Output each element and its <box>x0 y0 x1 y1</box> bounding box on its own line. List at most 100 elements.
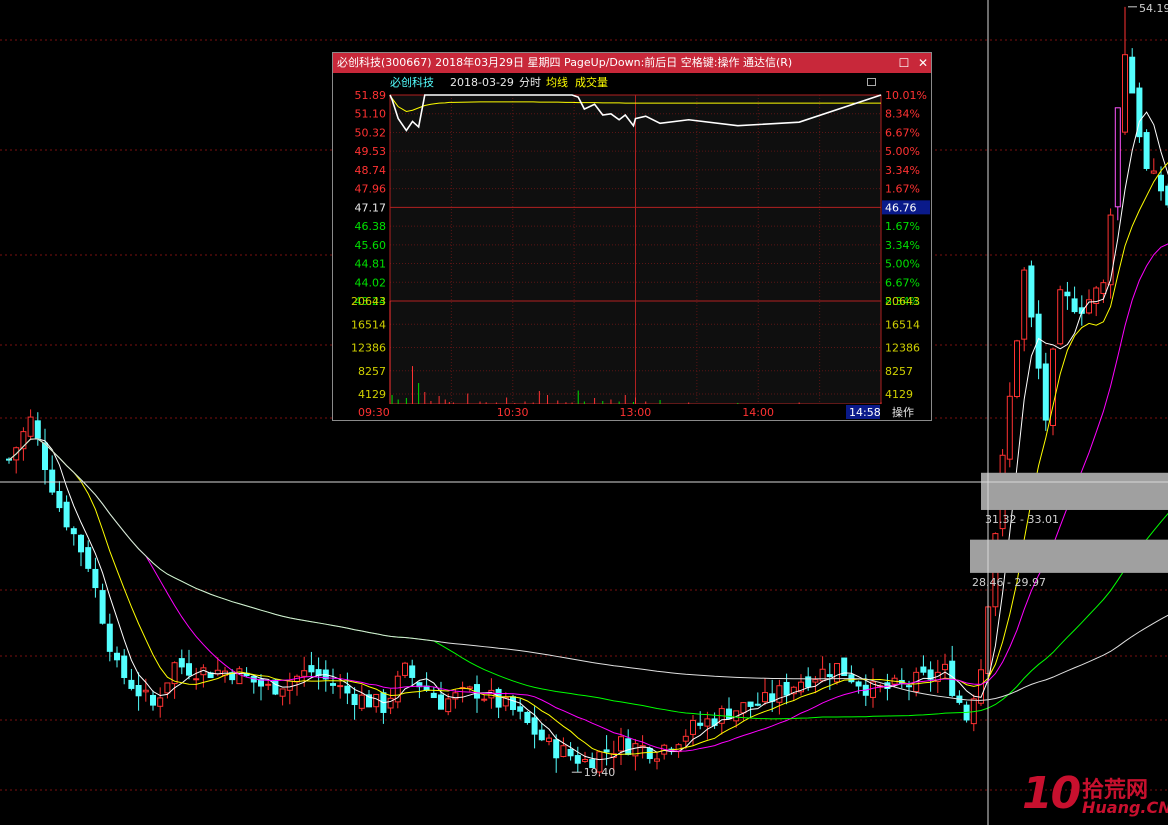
time-tick-label: 09:30 <box>358 406 390 419</box>
pct-tick-label: 6.67% <box>885 126 920 139</box>
candle-body <box>1042 363 1049 421</box>
current-time-label: 14:58 <box>849 406 881 419</box>
candle-body <box>301 670 308 677</box>
candle-body <box>42 442 48 471</box>
candle-body <box>1006 395 1013 460</box>
candle-body <box>387 697 394 709</box>
candle-body <box>373 693 380 708</box>
high-label: 54.19 <box>1139 2 1168 15</box>
candle-body <box>855 681 862 687</box>
candle-body <box>1057 289 1064 345</box>
candle-body <box>625 738 632 755</box>
candle-body <box>70 528 77 535</box>
candle-body <box>92 568 99 589</box>
candle-body <box>740 702 747 714</box>
candle-body <box>1021 269 1028 340</box>
price-tick-label: 46.38 <box>355 220 387 233</box>
volume-tick-label-right: 4129 <box>885 388 913 401</box>
restore-icon[interactable]: ☐ <box>895 53 913 73</box>
candle-body <box>560 745 567 758</box>
candle-body <box>27 416 34 437</box>
pct-tick-label: 1.67% <box>885 220 920 233</box>
candle-body <box>1122 54 1128 133</box>
candle-body <box>135 684 142 697</box>
candle-body <box>121 655 128 678</box>
candle-body <box>1100 282 1107 294</box>
candle-body <box>236 668 243 685</box>
candle-body <box>697 722 704 726</box>
pct-tick-label: 3.34% <box>885 239 920 252</box>
price-tick-label: 47.96 <box>355 183 387 196</box>
popup-mode: 分时 <box>519 76 541 89</box>
candle-body <box>704 718 711 727</box>
candle-body <box>1064 291 1071 297</box>
candle-body <box>438 694 444 710</box>
candle-body <box>826 674 833 677</box>
zone-label-lower: 28.46 - 29.97 <box>972 576 1046 589</box>
candle-body <box>308 665 315 673</box>
time-tick-label: 13:00 <box>620 406 652 419</box>
price-tick-label: 44.02 <box>355 276 387 289</box>
candle-body <box>776 685 783 703</box>
stock-name: 必创科技 <box>390 76 434 89</box>
candle-body <box>34 420 41 439</box>
price-tick-label: 45.60 <box>355 239 387 252</box>
candle-body <box>747 701 754 707</box>
price-tick-label: 47.17 <box>355 201 387 214</box>
candle-body <box>582 758 588 762</box>
intraday-popup[interactable]: 必创科技(300667) 2018年03月29日 星期四 PageUp/Down… <box>332 52 932 421</box>
candle-body <box>531 717 538 735</box>
volume-tick-label-right: 12386 <box>885 342 920 355</box>
close-icon[interactable]: ✕ <box>914 53 932 73</box>
toggle-icon[interactable] <box>867 78 876 86</box>
pct-tick-label: 3.34% <box>885 164 920 177</box>
candle-body <box>510 696 516 710</box>
candle-body <box>402 662 408 676</box>
candle-body <box>754 703 761 706</box>
candle-body <box>337 685 344 688</box>
volume-tick-label: 4129 <box>358 388 386 401</box>
pct-tick-label: 10.01% <box>885 91 927 102</box>
candle-body <box>164 682 171 694</box>
candle-body <box>682 735 689 742</box>
volume-tick-label: 20643 <box>351 295 386 308</box>
candle-body <box>186 663 192 676</box>
candle-body <box>430 692 437 699</box>
candle-body <box>1028 265 1035 318</box>
candle-body <box>279 688 286 697</box>
candle-body <box>265 683 272 686</box>
candle-body <box>99 590 106 624</box>
popup-date: 2018-03-29 <box>450 76 514 89</box>
volume-tick-label: 16514 <box>351 318 386 331</box>
time-tick-label: 14:00 <box>742 406 774 419</box>
pct-tick-label: 8.34% <box>885 108 920 121</box>
watermark-logo: 10 拾荒网 Huang.CN <box>1022 768 1168 819</box>
action-button[interactable]: 操作 <box>892 405 914 419</box>
volume-tick-label: 12386 <box>351 342 386 355</box>
low-label: 19.40 <box>584 766 616 779</box>
pct-tick-label: 5.00% <box>885 145 920 158</box>
candle-body <box>603 749 610 753</box>
candle-body <box>495 688 502 708</box>
popup-title[interactable]: 必创科技(300667) 2018年03月29日 星期四 PageUp/Down… <box>333 53 931 73</box>
current-price-label: 46.76 <box>885 201 917 214</box>
candle-body <box>114 652 120 661</box>
candle-body <box>272 679 279 695</box>
volume-tick-label: 8257 <box>358 365 386 378</box>
price-tick-label: 44.81 <box>355 258 387 271</box>
candle-body <box>618 736 624 752</box>
time-tick-label: 10:30 <box>497 406 529 419</box>
price-tick-label: 48.74 <box>355 164 387 177</box>
zone-lower <box>970 539 1168 573</box>
intraday-chart: 51.89 51.10 50.32 49.53 48.74 47.96 47.17 46.38… <box>333 91 931 420</box>
avg-line-label: 均线 <box>546 76 568 89</box>
candle-body <box>1114 107 1121 208</box>
candle-body <box>150 695 156 706</box>
candle-body <box>567 749 574 757</box>
candle-body <box>351 693 358 706</box>
candle-body <box>63 501 70 528</box>
pct-tick-label: 5.00% <box>885 258 920 271</box>
candle-body <box>142 689 149 693</box>
candle-body <box>1035 313 1042 369</box>
candle-body <box>409 665 416 678</box>
